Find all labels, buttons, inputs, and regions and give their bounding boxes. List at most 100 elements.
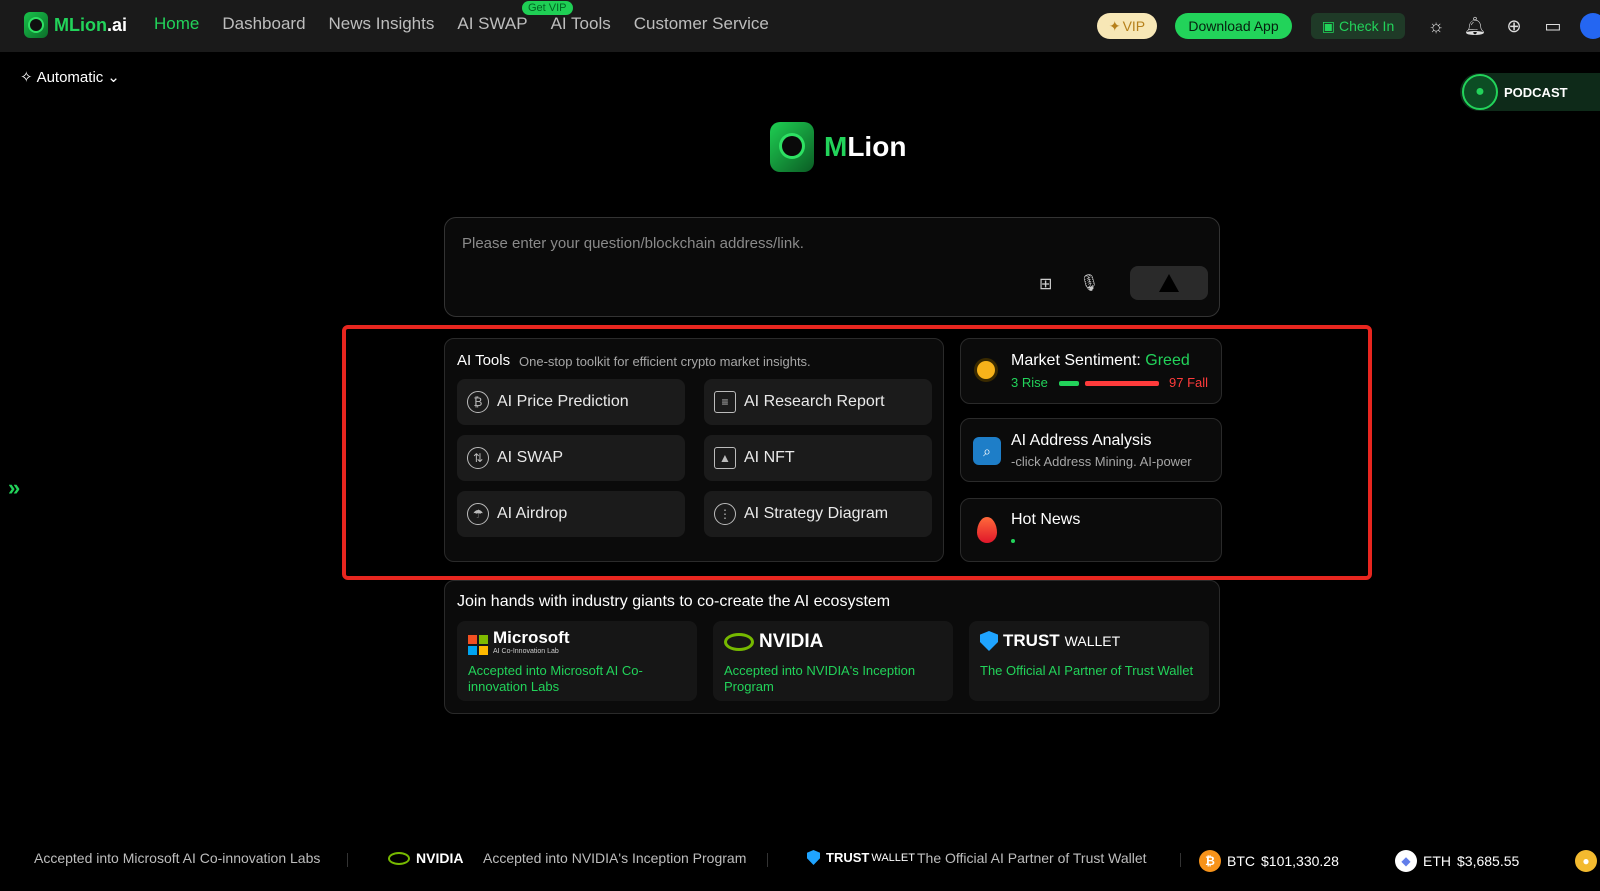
chevron-down-icon: ⌄ [107, 69, 120, 86]
microphone-icon: ● [1462, 74, 1498, 110]
partner-microsoft[interactable]: Microsoft AI Co-Innovation Lab Accepted … [457, 621, 697, 701]
coin-icon: ● [1575, 850, 1597, 872]
partner-name: NVIDIA [759, 631, 824, 652]
parachute-icon: ☂ [467, 503, 489, 525]
tools-title: AI Tools [457, 352, 511, 369]
btc-price[interactable]: ₿ BTC $101,330.28 [1199, 850, 1339, 872]
btc-symbol: BTC [1227, 853, 1255, 869]
podcast-widget[interactable]: ● PODCAST [1460, 73, 1600, 111]
folder-upload-icon[interactable]: ⊞ [1039, 274, 1052, 294]
check-in-button[interactable]: ▣ Check In [1311, 13, 1405, 39]
microsoft-logo-icon [468, 635, 488, 655]
address-search-icon: ⌕ [973, 437, 1001, 465]
tool-label: AI Airdrop [497, 505, 568, 522]
wallet-icon[interactable]: ▭ [1542, 15, 1564, 37]
avatar[interactable] [1580, 13, 1600, 39]
ticker-text: The Official AI Partner of Trust Wallet [917, 850, 1147, 866]
nav-ai-tools[interactable]: AI Tools [551, 14, 611, 34]
sentiment-bar-fall [1085, 381, 1159, 386]
ticker-text: Accepted into Microsoft AI Co-innovation… [34, 850, 321, 866]
tool-label: AI Research Report [744, 393, 885, 410]
tool-label: AI SWAP [497, 449, 564, 466]
partner-nvidia[interactable]: NVIDIA Accepted into NVIDIA's Inception … [713, 621, 953, 701]
mic-icon[interactable]: 🎙︎ [1079, 273, 1099, 293]
strategy-icon: ⋮ [714, 503, 736, 525]
ticker-nvidia: NVIDIA [388, 850, 463, 866]
ethereum-icon: ◆ [1395, 850, 1417, 872]
get-vip-badge[interactable]: Get VIP [522, 1, 573, 15]
sun-icon [977, 361, 995, 379]
ticker-logo-text: TRUST [826, 850, 870, 865]
tool-ai-research-report[interactable]: ≡ AI Research Report [704, 379, 932, 425]
hot-news-card[interactable]: Hot News [960, 498, 1222, 562]
nvidia-logo-icon [724, 633, 754, 651]
partner-name: TRUST [1003, 631, 1060, 650]
logo-suffix-text: .ai [106, 14, 127, 35]
theme-sun-icon[interactable]: ☼ [1425, 15, 1447, 37]
ticker-divider [767, 853, 768, 867]
tool-ai-price-prediction[interactable]: ₿ AI Price Prediction [457, 379, 685, 425]
fire-icon [977, 517, 997, 543]
address-analysis-card[interactable]: ⌕ AI Address Analysis -click Address Min… [960, 418, 1222, 482]
market-sentiment-card[interactable]: Market Sentiment: Greed 3 Rise 97 Fall [960, 338, 1222, 404]
logo-main-text: MLion [54, 14, 107, 35]
ticker-trust-wallet: TRUST WALLET [807, 850, 915, 865]
nav-customer-service[interactable]: Customer Service [634, 14, 769, 34]
fall-count: 97 Fall [1169, 375, 1209, 390]
search-input[interactable] [462, 232, 1162, 254]
download-app-button[interactable]: Download App [1175, 13, 1292, 39]
address-analysis-subtitle: -click Address Mining. AI-power [1011, 454, 1192, 469]
send-arrow-icon [1159, 274, 1179, 292]
ticker-text: Accepted into NVIDIA's Inception Program [483, 850, 747, 866]
nvidia-logo-icon [388, 851, 410, 865]
trust-wallet-shield-icon [807, 850, 820, 865]
news-indicator-dot [1011, 539, 1015, 543]
tool-ai-airdrop[interactable]: ☂ AI Airdrop [457, 491, 685, 537]
sentiment-bar-rise [1059, 381, 1079, 386]
sparkle-outline-icon: ✧ [20, 69, 33, 86]
send-button[interactable] [1130, 266, 1208, 300]
nav-news-insights[interactable]: News Insights [329, 14, 435, 34]
bell-icon[interactable]: 🔔︎ [1464, 15, 1487, 37]
search-box: ⊞ 🎙︎ [444, 217, 1220, 317]
sidebar-expand-icon[interactable]: » [8, 475, 20, 501]
sentiment-label: Market Sentiment: [1011, 352, 1146, 369]
tool-ai-swap[interactable]: ⇅ AI SWAP [457, 435, 685, 481]
address-analysis-title: AI Address Analysis [1011, 432, 1152, 449]
partners-card: Join hands with industry giants to co-cr… [444, 580, 1220, 714]
bitcoin-icon: ₿ [1199, 850, 1221, 872]
lion-logo-icon [770, 122, 814, 172]
podcast-label: PODCAST [1504, 84, 1568, 100]
eth-price[interactable]: ◆ ETH $3,685.55 [1395, 850, 1519, 872]
site-logo[interactable]: MLion.ai [24, 12, 127, 38]
mode-selector[interactable]: ✧ Automatic ⌄ [20, 68, 120, 87]
tool-label: AI NFT [744, 449, 795, 466]
partner-desc: Accepted into Microsoft AI Co-innovation… [468, 663, 643, 694]
vip-label: VIP [1122, 18, 1146, 34]
tools-subtitle: One-stop toolkit for efficient crypto ma… [519, 354, 811, 369]
nav-home[interactable]: Home [154, 14, 199, 34]
trust-wallet-shield-icon [980, 631, 998, 651]
tool-label: AI Strategy Diagram [744, 505, 889, 522]
check-in-label: Check In [1338, 18, 1395, 34]
tool-ai-strategy-diagram[interactable]: ⋮ AI Strategy Diagram [704, 491, 932, 537]
partner-trust-wallet[interactable]: TRUST WALLET The Official AI Partner of … [969, 621, 1209, 701]
brand-name-main: M [824, 131, 848, 162]
ticker-divider [1180, 853, 1181, 867]
nav-dashboard[interactable]: Dashboard [222, 14, 305, 34]
brand-name-rest: Lion [847, 131, 907, 162]
ticker-logo-text: NVIDIA [416, 850, 464, 866]
brand-logo: MLion [770, 122, 906, 172]
rise-count: 3 Rise [1011, 375, 1048, 390]
partner-desc: The Official AI Partner of Trust Wallet [980, 663, 1194, 678]
globe-icon[interactable]: ⊕ [1503, 15, 1525, 37]
partner-name: Microsoft [493, 628, 570, 647]
vip-button[interactable]: ✦ VIP [1097, 13, 1157, 39]
partner-name-suffix: WALLET [1064, 633, 1121, 649]
bottom-ticker: Accepted into Microsoft AI Co-innovation… [0, 844, 1600, 876]
sentiment-bar [1059, 381, 1159, 386]
top-nav: MLion.ai Home Dashboard News Insights AI… [0, 0, 1600, 52]
nav-ai-swap[interactable]: AI SWAP [457, 14, 527, 34]
partner-sub: AI Co-Innovation Lab [493, 648, 559, 655]
tool-ai-nft[interactable]: ▲ AI NFT [704, 435, 932, 481]
